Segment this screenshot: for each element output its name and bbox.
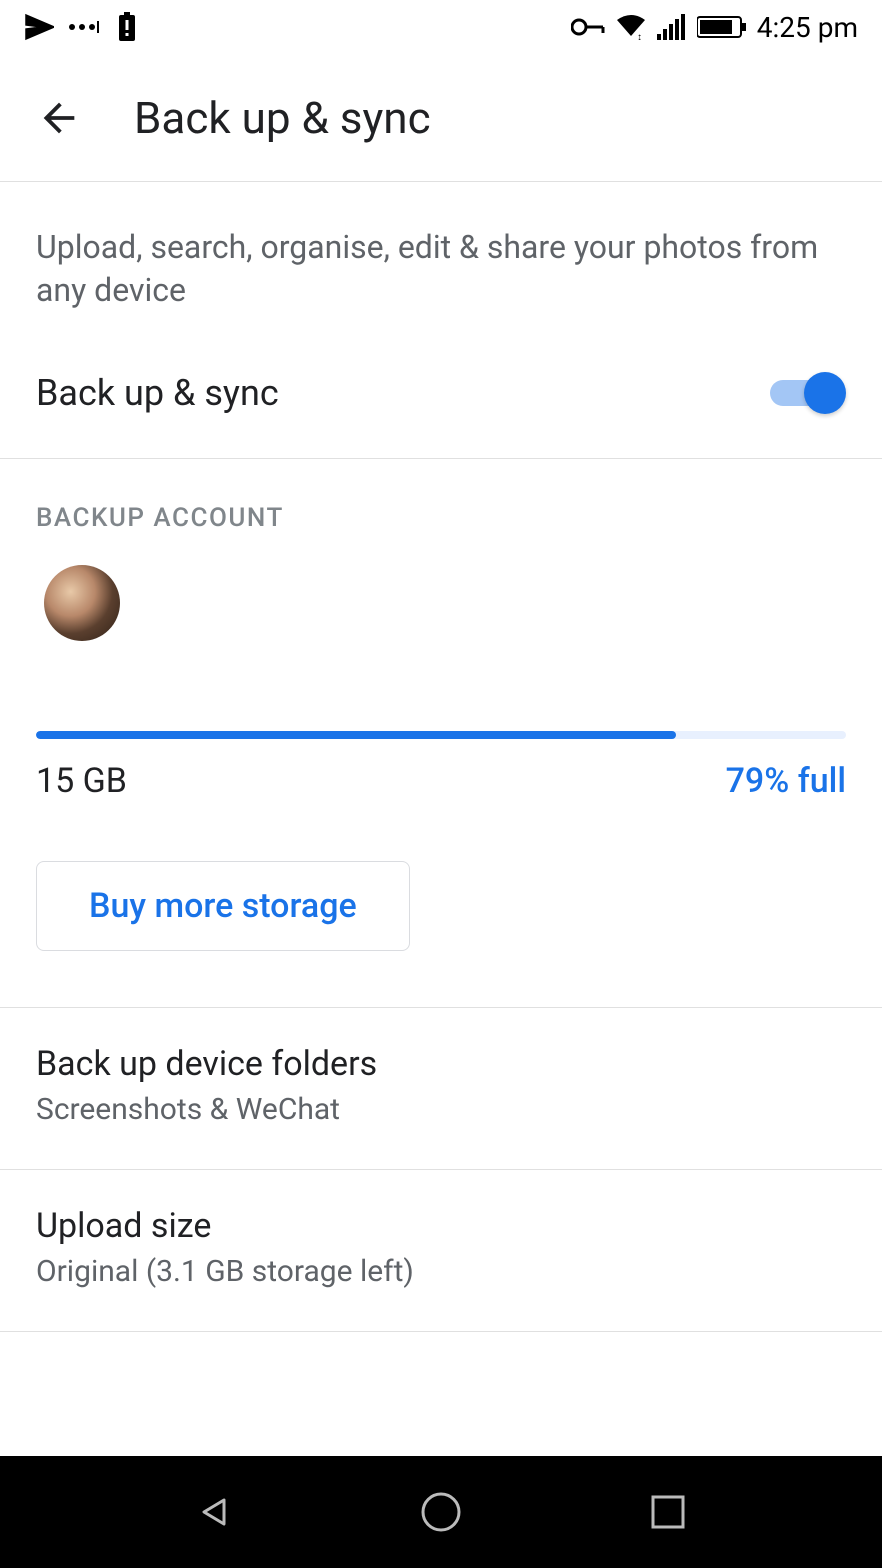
backup-sync-label: Back up & sync xyxy=(36,372,279,414)
status-time: 4:25 pm xyxy=(757,11,858,44)
switch-thumb xyxy=(804,372,846,414)
nav-recent-button[interactable] xyxy=(643,1487,693,1537)
battery-alert-icon xyxy=(118,12,136,42)
setting-title: Upload size xyxy=(36,1206,846,1246)
storage-section: 15 GB 79% full Buy more storage xyxy=(0,671,882,1008)
storage-total: 15 GB xyxy=(36,761,127,801)
backup-account-header: BACKUP ACCOUNT xyxy=(0,459,882,547)
storage-percent: 79% full xyxy=(726,761,846,801)
battery-icon xyxy=(697,15,747,39)
setting-subtitle: Original (3.1 GB storage left) xyxy=(36,1254,846,1289)
buy-storage-button[interactable]: Buy more storage xyxy=(36,861,410,951)
send-icon xyxy=(24,12,54,42)
status-left xyxy=(24,12,136,42)
backup-sync-toggle-row[interactable]: Back up & sync xyxy=(0,348,882,459)
navigation-bar xyxy=(0,1456,882,1568)
storage-labels: 15 GB 79% full xyxy=(36,761,846,801)
backup-sync-switch[interactable] xyxy=(770,372,846,414)
account-row[interactable] xyxy=(0,547,882,671)
svg-text:↕: ↕ xyxy=(637,32,642,40)
vpn-key-icon xyxy=(571,17,605,37)
dots-icon xyxy=(68,21,104,33)
wifi-icon: ↕ xyxy=(615,14,647,40)
avatar[interactable] xyxy=(44,565,120,641)
back-button[interactable] xyxy=(36,95,82,141)
storage-progress-fill xyxy=(36,731,676,739)
nav-back-button[interactable] xyxy=(189,1487,239,1537)
app-bar: Back up & sync xyxy=(0,54,882,182)
content: Upload, search, organise, edit & share y… xyxy=(0,182,882,1456)
upload-size-row[interactable]: Upload size Original (3.1 GB storage lef… xyxy=(0,1170,882,1332)
backup-device-folders-row[interactable]: Back up device folders Screenshots & WeC… xyxy=(0,1008,882,1170)
signal-icon xyxy=(657,14,687,40)
setting-title: Back up device folders xyxy=(36,1044,846,1084)
page-description: Upload, search, organise, edit & share y… xyxy=(0,182,882,348)
storage-progress-bar xyxy=(36,731,846,739)
nav-home-button[interactable] xyxy=(416,1487,466,1537)
status-bar: ↕ 4:25 pm xyxy=(0,0,882,54)
page-title: Back up & sync xyxy=(134,92,431,144)
status-right: ↕ 4:25 pm xyxy=(571,11,858,44)
setting-subtitle: Screenshots & WeChat xyxy=(36,1092,846,1127)
